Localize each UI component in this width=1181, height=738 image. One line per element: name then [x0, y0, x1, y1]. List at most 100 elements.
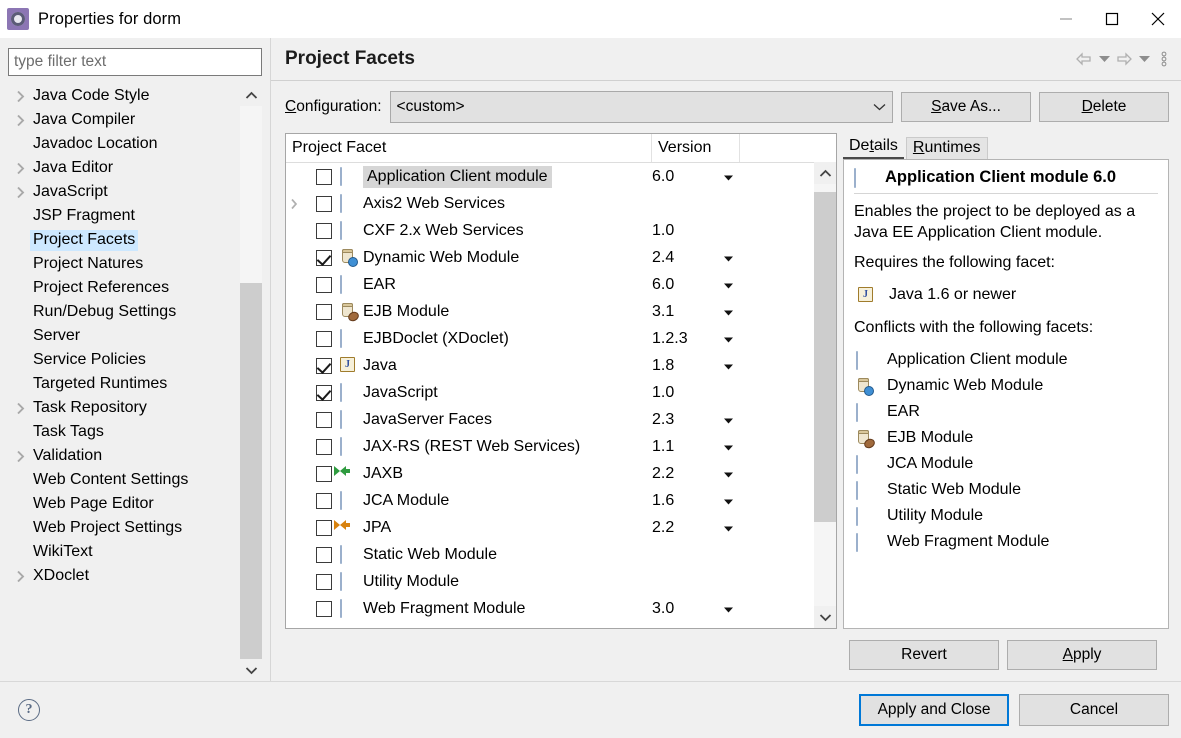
chevron-right-icon[interactable] — [10, 570, 30, 583]
facet-version[interactable]: 3.0 — [652, 600, 674, 618]
facet-checkbox[interactable] — [316, 223, 332, 239]
sidebar-item-xdoclet[interactable]: XDoclet — [8, 564, 240, 588]
facet-version[interactable]: 1.0 — [652, 384, 674, 402]
chevron-right-icon[interactable] — [10, 402, 30, 415]
table-row[interactable]: Web Fragment Module3.0 — [286, 595, 814, 622]
sidebar-item-targeted-runtimes[interactable]: Targeted Runtimes — [8, 372, 240, 396]
revert-button[interactable]: Revert — [849, 640, 999, 670]
close-button[interactable] — [1135, 0, 1181, 38]
table-row[interactable]: JavaServer Faces2.3 — [286, 406, 814, 433]
facet-scroll-track[interactable] — [814, 184, 836, 606]
sidebar-item-java-code-style[interactable]: Java Code Style — [8, 84, 240, 108]
facet-version[interactable]: 1.8 — [652, 357, 674, 375]
version-dropdown-icon[interactable] — [724, 249, 733, 267]
tab-runtimes[interactable]: Runtimes — [906, 137, 988, 159]
back-dropdown-icon[interactable] — [1095, 47, 1113, 71]
view-menu-icon[interactable] — [1155, 47, 1173, 71]
facet-version[interactable]: 2.2 — [652, 519, 674, 537]
table-row[interactable]: Axis2 Web Services — [286, 190, 814, 217]
version-dropdown-icon[interactable] — [724, 465, 733, 483]
sidebar-scrollbar[interactable] — [240, 84, 262, 681]
sidebar-item-web-content-settings[interactable]: Web Content Settings — [8, 468, 240, 492]
column-header-facet[interactable]: Project Facet — [286, 134, 652, 162]
forward-arrow-icon[interactable] — [1115, 47, 1133, 71]
facet-checkbox[interactable] — [316, 277, 332, 293]
facet-checkbox[interactable] — [316, 466, 332, 482]
version-dropdown-icon[interactable] — [724, 411, 733, 429]
scroll-up-icon[interactable] — [240, 84, 262, 106]
sidebar-item-task-tags[interactable]: Task Tags — [8, 420, 240, 444]
version-dropdown-icon[interactable] — [724, 276, 733, 294]
sidebar-item-project-natures[interactable]: Project Natures — [8, 252, 240, 276]
facet-checkbox[interactable] — [316, 439, 332, 455]
save-as-button[interactable]: Save As... — [901, 92, 1031, 122]
facet-checkbox[interactable] — [316, 358, 332, 374]
minimize-button[interactable] — [1043, 0, 1089, 38]
table-row[interactable]: JavaScript1.0 — [286, 379, 814, 406]
version-dropdown-icon[interactable] — [724, 168, 733, 186]
version-dropdown-icon[interactable] — [724, 600, 733, 618]
table-row[interactable]: Utility Module — [286, 568, 814, 595]
sidebar-item-server[interactable]: Server — [8, 324, 240, 348]
facet-scrollbar[interactable] — [814, 162, 836, 628]
sidebar-item-javadoc-location[interactable]: Javadoc Location — [8, 132, 240, 156]
facet-version[interactable]: 1.6 — [652, 492, 674, 510]
table-row[interactable]: JPA2.2 — [286, 514, 814, 541]
chevron-right-icon[interactable] — [10, 162, 30, 175]
sidebar-item-run-debug-settings[interactable]: Run/Debug Settings — [8, 300, 240, 324]
facet-version[interactable]: 6.0 — [652, 168, 674, 186]
table-row[interactable]: JJava1.8 — [286, 352, 814, 379]
facet-checkbox[interactable] — [316, 493, 332, 509]
facet-checkbox[interactable] — [316, 169, 332, 185]
table-row[interactable]: EJBDoclet (XDoclet)1.2.3 — [286, 325, 814, 352]
sidebar-item-javascript[interactable]: JavaScript — [8, 180, 240, 204]
facet-checkbox[interactable] — [316, 547, 332, 563]
facet-checkbox[interactable] — [316, 385, 332, 401]
sidebar-item-validation[interactable]: Validation — [8, 444, 240, 468]
facet-version[interactable]: 2.2 — [652, 465, 674, 483]
apply-and-close-button[interactable]: Apply and Close — [859, 694, 1009, 726]
forward-dropdown-icon[interactable] — [1135, 47, 1153, 71]
help-icon[interactable]: ? — [18, 699, 40, 721]
table-row[interactable]: JAXB2.2 — [286, 460, 814, 487]
sidebar-scroll-thumb[interactable] — [240, 283, 262, 659]
column-header-version[interactable]: Version — [652, 134, 740, 162]
version-dropdown-icon[interactable] — [724, 357, 733, 375]
maximize-button[interactable] — [1089, 0, 1135, 38]
sidebar-item-web-project-settings[interactable]: Web Project Settings — [8, 516, 240, 540]
sidebar-item-java-editor[interactable]: Java Editor — [8, 156, 240, 180]
table-row[interactable]: EAR6.0 — [286, 271, 814, 298]
cancel-button[interactable]: Cancel — [1019, 694, 1169, 726]
back-arrow-icon[interactable] — [1075, 47, 1093, 71]
table-row[interactable]: Dynamic Web Module2.4 — [286, 244, 814, 271]
table-row[interactable]: JAX-RS (REST Web Services)1.1 — [286, 433, 814, 460]
tab-details[interactable]: Details — [843, 136, 904, 159]
chevron-right-icon[interactable] — [10, 450, 30, 463]
sidebar-item-project-references[interactable]: Project References — [8, 276, 240, 300]
sidebar-item-java-compiler[interactable]: Java Compiler — [8, 108, 240, 132]
facet-checkbox[interactable] — [316, 196, 332, 212]
facet-checkbox[interactable] — [316, 331, 332, 347]
facet-scroll-down-icon[interactable] — [814, 606, 836, 628]
chevron-right-icon[interactable] — [10, 114, 30, 127]
sidebar-item-wikitext[interactable]: WikiText — [8, 540, 240, 564]
chevron-right-icon[interactable] — [286, 198, 302, 210]
facet-scroll-up-icon[interactable] — [814, 162, 836, 184]
version-dropdown-icon[interactable] — [724, 492, 733, 510]
delete-button[interactable]: Delete — [1039, 92, 1169, 122]
facet-version[interactable]: 1.2.3 — [652, 330, 688, 348]
configuration-select[interactable]: <custom> — [390, 91, 893, 123]
chevron-right-icon[interactable] — [10, 186, 30, 199]
sidebar-item-task-repository[interactable]: Task Repository — [8, 396, 240, 420]
facet-checkbox[interactable] — [316, 250, 332, 266]
facet-version[interactable]: 1.1 — [652, 438, 674, 456]
search-input[interactable] — [8, 48, 262, 76]
facet-version[interactable]: 6.0 — [652, 276, 674, 294]
scroll-down-icon[interactable] — [240, 659, 262, 681]
facet-checkbox[interactable] — [316, 412, 332, 428]
facet-checkbox[interactable] — [316, 601, 332, 617]
table-row[interactable]: EJB Module3.1 — [286, 298, 814, 325]
version-dropdown-icon[interactable] — [724, 519, 733, 537]
facet-version[interactable]: 1.0 — [652, 222, 674, 240]
facet-version[interactable]: 2.4 — [652, 249, 674, 267]
